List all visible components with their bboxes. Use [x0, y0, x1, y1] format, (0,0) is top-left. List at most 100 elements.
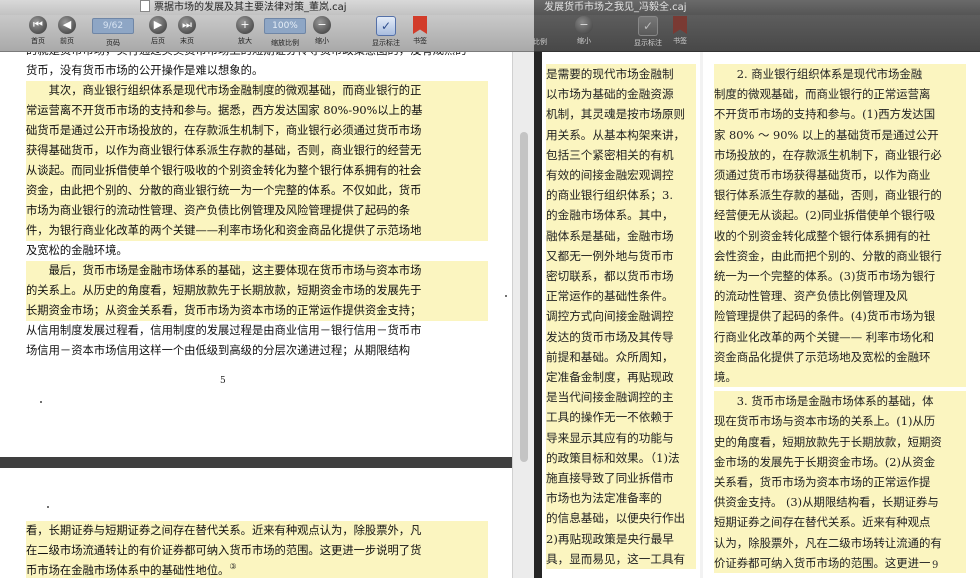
- highlight-block: 3. 货币市场是金融市场体系的基础，体 现在货币市场与资本市场的关系上。(1)从历…: [714, 391, 966, 574]
- text-line: 导来显示其应有的功能与: [546, 427, 696, 448]
- scan-speck: [505, 295, 507, 297]
- text-line: 收的个别资金转化成整个银行体系拥有的社: [714, 228, 931, 243]
- text-line: 常运营离不开货币市场的支持和参与。据悉，西方发达国家 80%-90%以上的基: [26, 104, 423, 117]
- right-window-title: 发展货币市场之我见_冯毅全.caj: [544, 2, 687, 13]
- zoom-level-control[interactable]: 比例: [534, 21, 556, 47]
- text-line: 价证券都可纳入货币市场的范围。这更进一: [714, 555, 931, 570]
- page-gap: [0, 457, 534, 468]
- next-page-button[interactable]: ▶ 后页: [142, 16, 174, 46]
- text-line: 件，为银行商业化改革的两个关键——利率市场化和资金商品化提供了示范场地: [26, 224, 422, 237]
- text-line: 关系看，货币市场为资本市场的正常运作提: [714, 475, 931, 490]
- vertical-scrollbar[interactable]: [512, 52, 534, 578]
- left-title-bar: 票据市场的发展及其主要法律对策_董岚.caj: [0, 0, 534, 15]
- text-line: 最后，货币市场是金融市场体系的基础，这主要体现在货币市场与资本市场: [48, 264, 422, 277]
- text-line: 及宽松的金融环境。: [26, 244, 128, 257]
- minus-icon: −: [313, 16, 331, 34]
- text-line: 其次，商业银行组织体系是现代市场金融制度的微观基础，而商业银行的正: [48, 84, 422, 97]
- page-number-input[interactable]: 9/62: [92, 18, 134, 34]
- prev-page-icon: ◀: [58, 16, 76, 34]
- text-line: 具，显而易见，这一工具有: [546, 548, 696, 570]
- first-page-icon: ⏮: [29, 16, 47, 34]
- scan-speck: [40, 401, 42, 403]
- text-line: 施直接导致了同业拆借市: [546, 468, 696, 489]
- text-line: 是需要的现代市场金融制: [546, 64, 696, 85]
- bookmark-icon: [413, 16, 427, 34]
- zoom-level-control[interactable]: 100% 缩放比例: [263, 16, 307, 48]
- bookmark-button[interactable]: 书签: [404, 16, 436, 46]
- show-marks-button[interactable]: ✓ 显示标注: [628, 16, 668, 48]
- last-page-icon: ⏭: [178, 16, 196, 34]
- zoom-in-button[interactable]: + 放大: [229, 16, 261, 46]
- text-line: 认为，除股票外，凡在二级市场转让流通的有: [714, 535, 942, 550]
- text-line: 融体系是基础，金融市场: [546, 225, 696, 246]
- text-line: 定准备金制度，再贴现政: [546, 367, 696, 388]
- text-line: 场信用－资本市场信用这样一个由低级到高级的分层次递进过程；从期限结构: [26, 344, 411, 357]
- text-line: 短期证券之间存在替代关系。近来有种观点: [714, 515, 931, 530]
- text-line: 又都无一例外地与货币市: [546, 245, 696, 267]
- left-reader-window: 票据市场的发展及其主要法律对策_董岚.caj ⏮ 首页 ◀ 前页 9/62 页码…: [0, 0, 534, 578]
- checkmark-icon: ✓: [638, 16, 658, 36]
- scrollbar-thumb[interactable]: [520, 132, 528, 462]
- first-page-button[interactable]: ⏮ 首页: [22, 16, 54, 46]
- page-number: 5: [220, 376, 226, 386]
- text-line: 的政策目标和效果。（1)法: [546, 447, 696, 469]
- text-line: 看，长期证券与短期证券之间存在替代关系。近来有种观点认为，除股票外，凡: [26, 524, 422, 537]
- text-line: 家 80% ～ 90% 以上的基础货币是通过公开: [714, 127, 939, 142]
- text-line: 长期资金市场；从资金关系看，货币市场为资本市场的正常运作提供资金支持；: [26, 304, 422, 317]
- text-line: 货币，没有货币市场的公开操作是难以想象的。: [26, 64, 264, 77]
- text-line: 发达的货币市场及其传导: [546, 326, 696, 347]
- prev-page-button[interactable]: ◀ 前页: [51, 16, 83, 46]
- text-line: 资金，由此把个别的、分散的商业银行统一为一个完整的体系。不仅如此，货币: [26, 184, 422, 197]
- text-line: 供资金支持。 (3)从期限结构看，长期证券与: [714, 495, 939, 510]
- text-line: 险管理提供了起码的条件。(4)货币市场为银: [714, 309, 936, 324]
- text-line: 前提和基础。众所周知，: [546, 346, 696, 368]
- text-line: 机制，其灵魂是按市场原则: [546, 104, 696, 125]
- text-line: 是当代间接金融调控的主: [546, 387, 696, 408]
- text-line: 金市场的发展先于长期资金市场。(2)从资金: [714, 454, 936, 469]
- text-line: 统一为一个完整的体系。(3)货币市场为银行: [714, 269, 936, 284]
- text-line: 础货币是通过公开市场投放的，在存款派生机制下，商业银行必须通过货币市场: [26, 124, 422, 137]
- document-page-next: 看，长期证券与短期证券之间存在替代关系。近来有种观点认为，除股票外，凡 在二级市…: [0, 468, 512, 578]
- minus-icon: −: [575, 16, 593, 34]
- zoom-level-input[interactable]: 100%: [264, 18, 306, 34]
- page-number-control[interactable]: 9/62 页码: [91, 16, 135, 48]
- text-line: 获得基础货币，以作为商业银行体系派生存款的基础，否则，商业银行的经营无: [26, 144, 422, 157]
- page-text: 的就是货币市场，实行通过买卖货币市场上的短期证券传导货币政策意图的，没有成熟的 …: [26, 52, 488, 361]
- page-number: 9: [932, 560, 939, 571]
- text-line: 经营便无从谈起。(2)同业拆借使单个银行吸: [714, 208, 936, 223]
- page-text: 看，长期证券与短期证券之间存在替代关系。近来有种观点认为，除股票外，凡 在二级市…: [26, 521, 488, 578]
- last-page-button[interactable]: ⏭ 末页: [171, 16, 203, 46]
- bookmark-button[interactable]: 书签: [664, 16, 696, 46]
- text-line: 会性资金，由此而把个别的、分散的商业银行: [714, 248, 942, 263]
- text-line: 资金商品化提供了示范场地及宽松的金融环: [714, 349, 931, 364]
- text-line: 3. 货币市场是金融市场体系的基础，体: [736, 394, 934, 409]
- right-reader-window: 发展货币市场之我见_冯毅全.caj 比例 − 缩小 ✓ 显示标注 书签 是需要的…: [534, 0, 980, 578]
- checkmark-icon: ✓: [376, 16, 396, 36]
- article-page-right-column: 2. 商业银行组织体系是现代市场金融 制度的微观基础，而商业银行的正常运营离 不开货…: [700, 52, 980, 578]
- show-marks-button[interactable]: ✓ 显示标注: [366, 16, 406, 48]
- text-line: 在二级市场流通转让的有价证券都可纳入货币市场的范围。这更进一步说明了货: [26, 544, 422, 557]
- left-column-text: 是需要的现代市场金融制 以市场为基础的金融资源 机制，其灵魂是按市场原则 用关系。从基…: [546, 64, 696, 570]
- text-line: 制度的微观基础，而商业银行的正常运营离: [714, 87, 931, 102]
- scan-speck: [47, 506, 49, 508]
- text-line: 须通过货币市场获得基础货币，以作为商业: [714, 168, 931, 183]
- column-divider: [700, 52, 703, 578]
- text-line: 2)再贴现政策是央行最早: [546, 528, 696, 549]
- footnote-mark: ③: [229, 562, 237, 572]
- text-line: 密切联系，都以货币市场: [546, 266, 696, 287]
- bookmark-icon: [673, 16, 687, 34]
- text-line: 的金融市场体系。其中，: [546, 205, 696, 226]
- left-window-title: 票据市场的发展及其主要法律对策_董岚.caj: [154, 2, 347, 13]
- text-line: 市场为商业银行的流动性管理、资产负债比例管理及风险管理提供了起码的条: [26, 204, 411, 217]
- right-title-bar: 发展货币市场之我见_冯毅全.caj: [534, 0, 980, 15]
- text-line: 用关系。从基本构架来讲，: [546, 124, 696, 145]
- text-line: 从谈起。而同业拆借使单个银行吸收的个别资金转化为整个银行体系拥有的社会: [26, 164, 422, 177]
- text-line: 工具的操作无一不依赖于: [546, 407, 696, 428]
- text-line: 正常运作的基础性条件。: [546, 286, 696, 307]
- zoom-out-button[interactable]: − 缩小: [568, 16, 600, 46]
- text-line: 包括三个紧密相关的有机: [546, 144, 696, 166]
- text-line: 币市场在金融市场体系中的基础性地位。③: [26, 562, 237, 577]
- highlight-block: 看，长期证券与短期证券之间存在替代关系。近来有种观点认为，除股票外，凡 在二级市…: [26, 521, 488, 578]
- zoom-out-button[interactable]: − 缩小: [306, 16, 338, 46]
- text-line: 银行体系派生存款的基础，否则，商业银行的: [714, 188, 942, 203]
